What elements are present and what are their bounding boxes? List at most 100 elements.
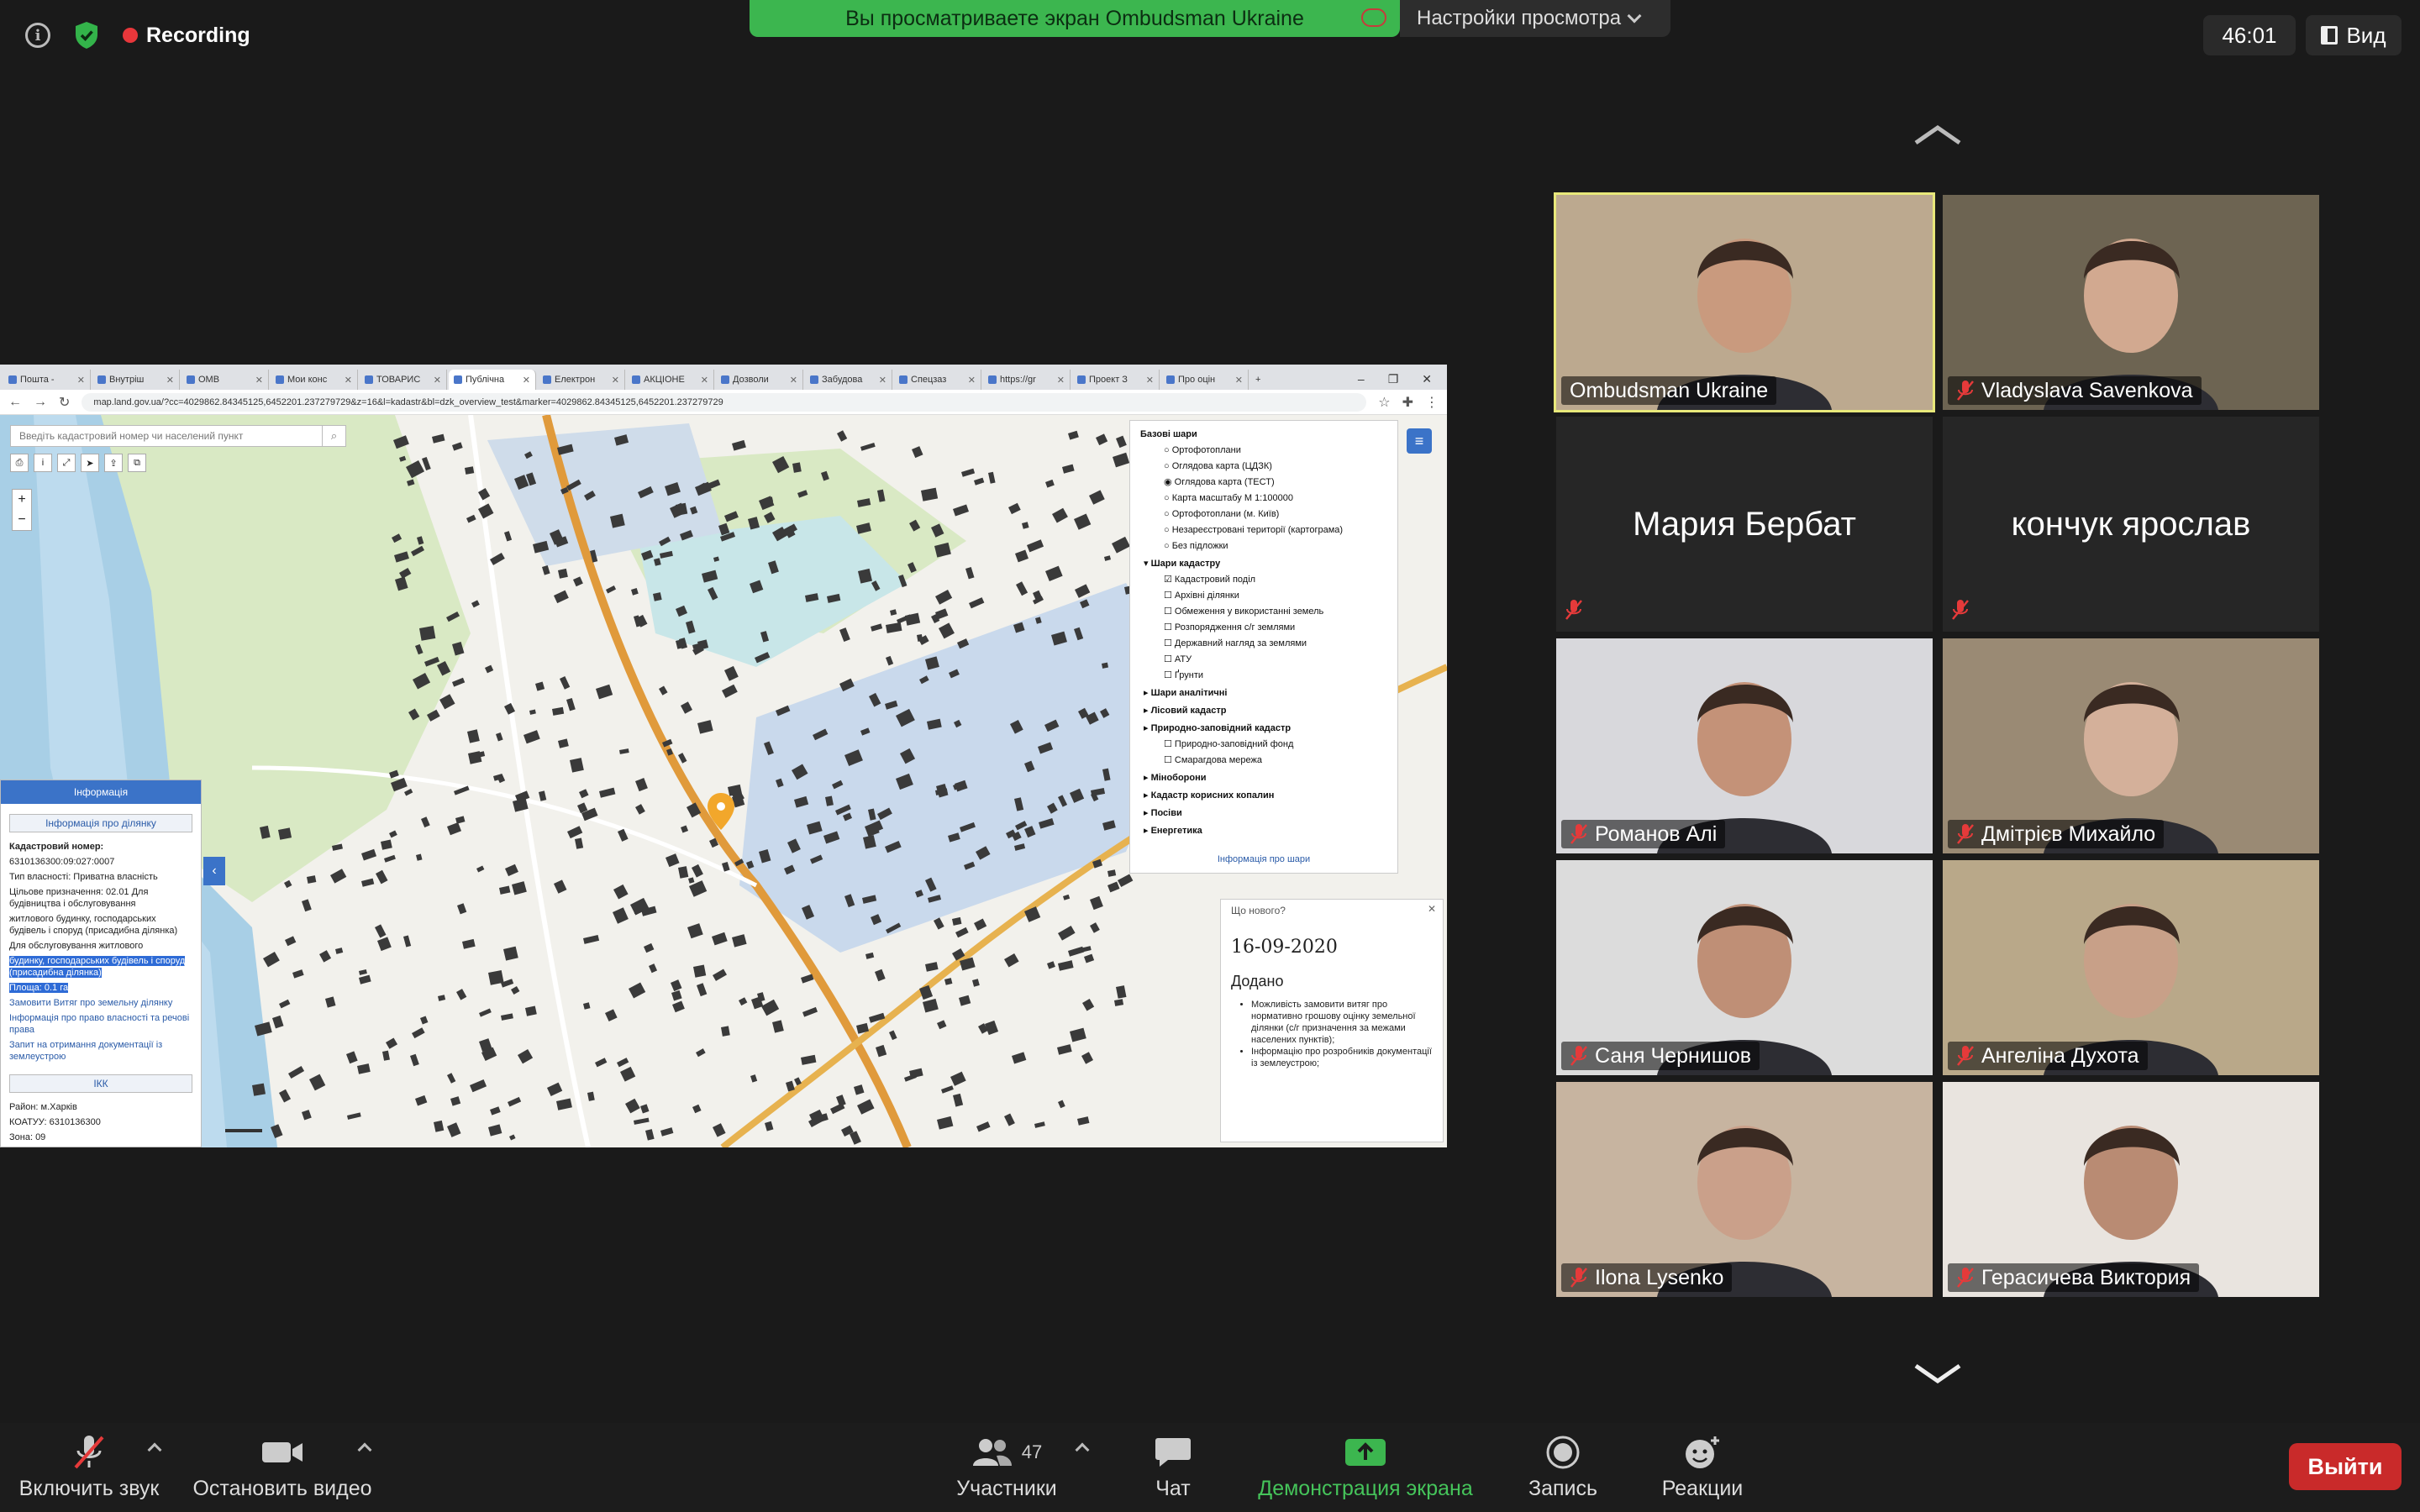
pointer-icon[interactable]: ➤: [81, 454, 99, 472]
base-layer-option[interactable]: ○ Оглядова карта (ЦДЗК): [1140, 459, 1387, 475]
measure-icon[interactable]: ⤢: [57, 454, 76, 472]
cadastre-layer-option[interactable]: ☐ Державний нагляд за землями: [1140, 636, 1387, 652]
cadastre-layer-option[interactable]: ☐ Обмеження у використанні земель: [1140, 604, 1387, 620]
layer-section[interactable]: ▸ Шари аналітичні: [1140, 684, 1387, 701]
order-extract-link[interactable]: Замовити Витяг про земельну ділянку: [1, 995, 201, 1011]
minimize-icon[interactable]: –: [1358, 372, 1365, 386]
browser-tab[interactable]: Публічна ✕: [449, 370, 536, 390]
forward-icon[interactable]: →: [34, 395, 47, 410]
cadastre-layer-option[interactable]: ☐ Ґрунти: [1140, 668, 1387, 684]
shield-check-icon[interactable]: [74, 21, 99, 50]
close-tab-icon[interactable]: ✕: [612, 375, 619, 386]
gallery-scroll-down-icon[interactable]: [1912, 1362, 1963, 1386]
close-tab-icon[interactable]: ✕: [434, 375, 441, 386]
close-icon[interactable]: ✕: [1428, 903, 1436, 915]
back-icon[interactable]: ←: [8, 395, 22, 410]
base-layer-option[interactable]: ○ Ортофотоплани: [1140, 443, 1387, 459]
chat-button[interactable]: Чат: [1139, 1423, 1207, 1512]
participant-tile[interactable]: Ангеліна Духота: [1943, 860, 2319, 1075]
menu-icon[interactable]: ⋮: [1425, 394, 1439, 411]
participant-tile[interactable]: Мария Бербат: [1556, 417, 1933, 632]
browser-tab[interactable]: Спецзаз ✕: [894, 370, 981, 390]
base-layer-option[interactable]: ○ Незареєстровані території (картограма): [1140, 522, 1387, 538]
close-tab-icon[interactable]: ✕: [77, 375, 85, 386]
layer-section[interactable]: ▸ Лісовий кадастр: [1140, 701, 1387, 719]
star-icon[interactable]: ☆: [1378, 394, 1390, 411]
participant-tile[interactable]: Ilona Lysenko: [1556, 1082, 1933, 1297]
layers-toggle-button[interactable]: ≡: [1407, 428, 1432, 454]
reactions-button[interactable]: Реакции: [1652, 1423, 1753, 1512]
browser-tab[interactable]: АКЦІОНЕ ✕: [627, 370, 714, 390]
participant-tile[interactable]: кончук ярослав: [1943, 417, 2319, 632]
info-tool-icon[interactable]: i: [34, 454, 52, 472]
export-icon[interactable]: ⇪: [104, 454, 123, 472]
layers-info-link[interactable]: Інформація про шари: [1130, 854, 1397, 864]
view-settings-button[interactable]: Настройки просмотра: [1400, 0, 1670, 37]
browser-tab[interactable]: Проект З ✕: [1072, 370, 1160, 390]
unmute-button[interactable]: Включить звук: [19, 1423, 159, 1512]
info-icon[interactable]: i: [25, 23, 50, 48]
layer-section[interactable]: ▸ Енергетика: [1140, 822, 1387, 839]
zoom-out-button[interactable]: −: [13, 510, 31, 530]
info-panel-subtitle[interactable]: Інформація про ділянку: [9, 814, 192, 832]
map-search-input[interactable]: Введіть кадастровий номер чи населений п…: [10, 425, 346, 447]
cadastre-layer-option[interactable]: ☐ АТУ: [1140, 652, 1387, 668]
recording-indicator[interactable]: Recording: [123, 24, 250, 48]
new-tab-button[interactable]: +: [1250, 370, 1276, 390]
browser-tab[interactable]: Пошта - ✕: [3, 370, 91, 390]
participants-button[interactable]: 47 Участники: [948, 1423, 1065, 1512]
participant-tile[interactable]: Романов Алі: [1556, 638, 1933, 853]
cadastral-map[interactable]: Введіть кадастровий номер чи населений п…: [0, 415, 1447, 1147]
cadastre-layer-option[interactable]: ☑ Кадастровий поділ: [1140, 572, 1387, 588]
participant-tile[interactable]: Vladyslava Savenkova: [1943, 195, 2319, 410]
close-tab-icon[interactable]: ✕: [879, 375, 886, 386]
close-tab-icon[interactable]: ✕: [790, 375, 797, 386]
close-tab-icon[interactable]: ✕: [1146, 375, 1154, 386]
reload-icon[interactable]: ↻: [59, 394, 70, 411]
cadastre-layer-option[interactable]: ☐ Розпорядження с/г землями: [1140, 620, 1387, 636]
browser-tab[interactable]: Забудова ✕: [805, 370, 892, 390]
close-tab-icon[interactable]: ✕: [166, 375, 174, 386]
browser-tab[interactable]: Внутріш ✕: [92, 370, 180, 390]
gallery-scroll-up-icon[interactable]: [1912, 123, 1963, 146]
view-button[interactable]: Вид: [2306, 15, 2402, 55]
record-button[interactable]: Запись: [1521, 1423, 1605, 1512]
share-screen-button[interactable]: Демонстрация экрана: [1252, 1423, 1479, 1512]
close-tab-icon[interactable]: ✕: [701, 375, 708, 386]
close-tab-icon[interactable]: ✕: [523, 375, 530, 386]
layers-tool-icon[interactable]: ⧉: [128, 454, 146, 472]
base-layer-option[interactable]: ◉ Оглядова карта (ТЕСТ): [1140, 475, 1387, 491]
participants-caret-icon[interactable]: [1075, 1442, 1090, 1457]
close-tab-icon[interactable]: ✕: [255, 375, 263, 386]
base-layer-option[interactable]: ○ Карта масштабу М 1:100000: [1140, 491, 1387, 507]
layer-section[interactable]: ▸ Посіви: [1140, 804, 1387, 822]
browser-tab[interactable]: Електрон ✕: [538, 370, 625, 390]
documentation-request-link[interactable]: Запит на отримання документації із земле…: [1, 1037, 201, 1064]
ownership-info-link[interactable]: Інформація про право власності та речові…: [1, 1011, 201, 1037]
collapse-panel-button[interactable]: ‹: [203, 857, 225, 885]
browser-tab[interactable]: https://gr ✕: [983, 370, 1071, 390]
cadastre-layers-header[interactable]: ▾ Шари кадастру: [1140, 554, 1387, 572]
extensions-icon[interactable]: ✚: [1402, 394, 1413, 411]
ikk-section[interactable]: ІКК: [9, 1074, 192, 1093]
browser-tab[interactable]: Про оцін ✕: [1161, 370, 1249, 390]
close-tab-icon[interactable]: ✕: [1057, 375, 1065, 386]
browser-tab[interactable]: ОМВ ✕: [182, 370, 269, 390]
browser-tab[interactable]: Мои конс ✕: [271, 370, 358, 390]
participant-tile[interactable]: Ombudsman Ukraine: [1554, 192, 1935, 412]
url-field[interactable]: map.land.gov.ua/?cc=4029862.84345125,645…: [82, 392, 1367, 412]
print-icon[interactable]: ⎙: [10, 454, 29, 472]
close-icon[interactable]: ✕: [1422, 372, 1432, 386]
participant-tile[interactable]: Дмітрієв Михайло: [1943, 638, 2319, 853]
maximize-icon[interactable]: ❐: [1388, 372, 1399, 386]
layer-section[interactable]: ▸ Кадастр корисних копалин: [1140, 786, 1387, 804]
participant-tile[interactable]: Герасичева Виктория: [1943, 1082, 2319, 1297]
stop-video-button[interactable]: Остановить видео: [190, 1423, 375, 1512]
search-icon[interactable]: ⌕: [322, 426, 345, 446]
participant-tile[interactable]: Саня Чернишов: [1556, 860, 1933, 1075]
layer-section[interactable]: ▸ Природно-заповідний кадастр: [1140, 719, 1387, 737]
leave-meeting-button[interactable]: Выйти: [2289, 1443, 2402, 1490]
close-tab-icon[interactable]: ✕: [345, 375, 352, 386]
close-tab-icon[interactable]: ✕: [1235, 375, 1243, 386]
base-layer-option[interactable]: ○ Без підложки: [1140, 538, 1387, 554]
